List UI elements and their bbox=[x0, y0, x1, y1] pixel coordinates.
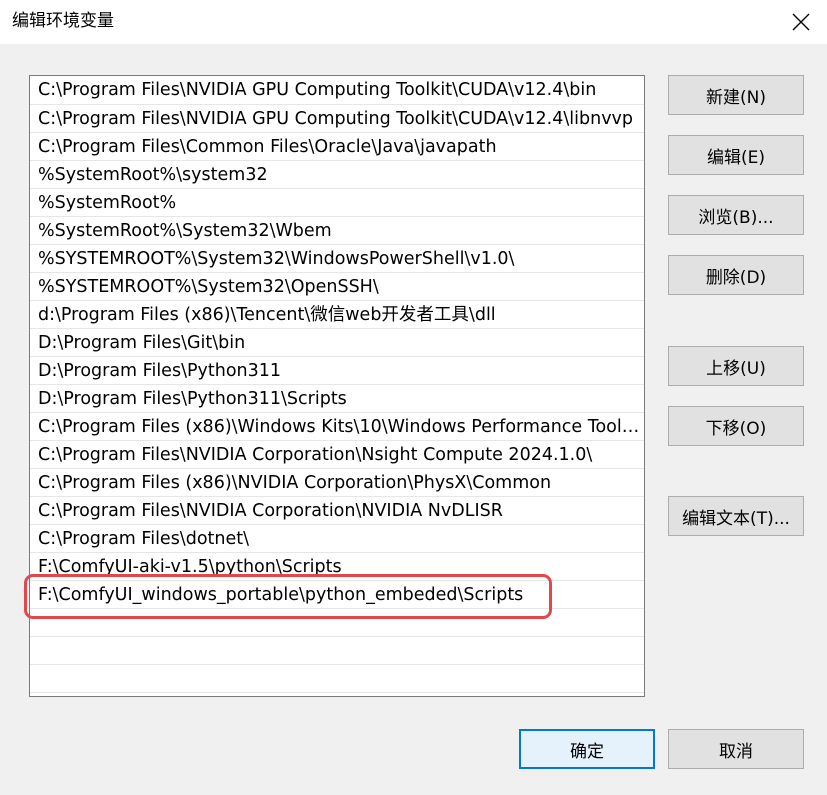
list-item[interactable]: C:\Program Files\NVIDIA GPU Computing To… bbox=[30, 76, 644, 105]
ok-button[interactable]: 确定 bbox=[519, 729, 655, 769]
list-item[interactable]: D:\Program Files\Git\bin bbox=[30, 329, 644, 357]
list-item[interactable]: d:\Program Files (x86)\Tencent\微信web开发者工… bbox=[30, 301, 644, 329]
list-item[interactable]: %SystemRoot%\System32\Wbem bbox=[30, 217, 644, 245]
list-item[interactable]: C:\Program Files (x86)\NVIDIA Corporatio… bbox=[30, 469, 644, 497]
edit-button[interactable]: 编辑(E) bbox=[668, 135, 804, 175]
list-item[interactable]: C:\Program Files\Common Files\Oracle\Jav… bbox=[30, 133, 644, 161]
list-item[interactable]: C:\Program Files (x86)\Windows Kits\10\W… bbox=[30, 413, 644, 441]
cancel-button[interactable]: 取消 bbox=[668, 729, 804, 769]
close-icon bbox=[792, 13, 810, 31]
list-item-empty[interactable] bbox=[30, 609, 644, 637]
new-button[interactable]: 新建(N) bbox=[668, 75, 804, 115]
list-item[interactable]: F:\ComfyUI-aki-v1.5\python\Scripts bbox=[30, 553, 644, 581]
browse-button[interactable]: 浏览(B)... bbox=[668, 195, 804, 235]
list-item[interactable]: C:\Program Files\dotnet\ bbox=[30, 525, 644, 553]
list-item[interactable]: %SystemRoot% bbox=[30, 189, 644, 217]
list-item[interactable]: C:\Program Files\NVIDIA GPU Computing To… bbox=[30, 105, 644, 133]
list-item[interactable]: %SYSTEMROOT%\System32\OpenSSH\ bbox=[30, 273, 644, 301]
list-item[interactable]: D:\Program Files\Python311 bbox=[30, 357, 644, 385]
list-item-empty[interactable] bbox=[30, 665, 644, 693]
list-item[interactable]: C:\Program Files\NVIDIA Corporation\NVID… bbox=[30, 497, 644, 525]
list-item[interactable]: D:\Program Files\Python311\Scripts bbox=[30, 385, 644, 413]
list-item-new-entry[interactable]: F:\ComfyUI_windows_portable\python_embed… bbox=[30, 581, 644, 609]
move-up-button[interactable]: 上移(U) bbox=[668, 346, 804, 386]
dialog-title: 编辑环境变量 bbox=[12, 11, 114, 31]
edit-text-button[interactable]: 编辑文本(T)... bbox=[668, 496, 804, 536]
title-bar: 编辑环境变量 bbox=[0, 0, 827, 44]
list-item[interactable]: C:\Program Files\NVIDIA Corporation\Nsig… bbox=[30, 441, 644, 469]
list-item[interactable]: %SYSTEMROOT%\System32\WindowsPowerShell\… bbox=[30, 245, 644, 273]
close-button[interactable] bbox=[786, 8, 816, 36]
path-list[interactable]: C:\Program Files\NVIDIA GPU Computing To… bbox=[29, 75, 645, 697]
list-item-empty[interactable] bbox=[30, 637, 644, 665]
delete-button[interactable]: 删除(D) bbox=[668, 255, 804, 295]
move-down-button[interactable]: 下移(O) bbox=[668, 406, 804, 446]
list-item[interactable]: %SystemRoot%\system32 bbox=[30, 161, 644, 189]
